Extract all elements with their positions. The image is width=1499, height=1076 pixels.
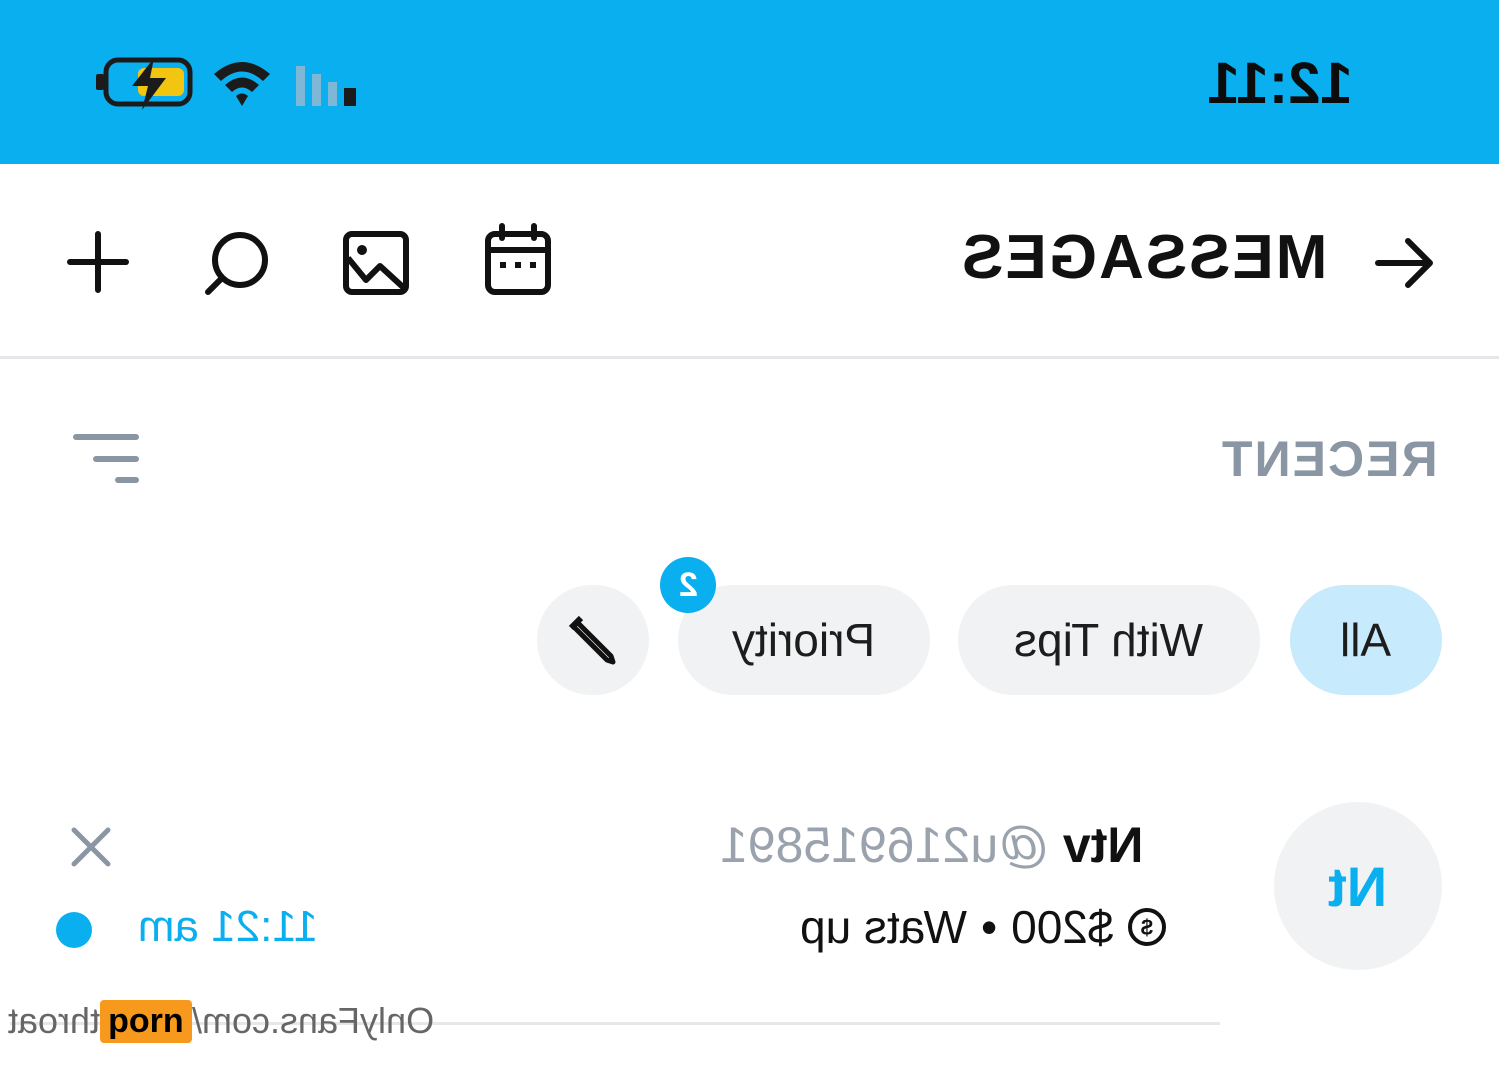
- signal-icon: [296, 66, 356, 106]
- pencil-icon: [568, 615, 616, 665]
- chip-all-label: All: [1340, 614, 1392, 666]
- chip-priority[interactable]: Priority: [678, 585, 930, 695]
- close-icon[interactable]: [70, 826, 112, 868]
- section-label: RECENT: [1220, 431, 1438, 487]
- image-icon[interactable]: [340, 228, 412, 298]
- contact-name: Ntv: [1062, 817, 1144, 873]
- contact-handle: @u216915891: [720, 817, 1049, 873]
- message-time: 11:21 am: [137, 902, 318, 951]
- watermark: throat porn OnlyFans.com/: [8, 996, 434, 1046]
- message-text: Wats up: [800, 901, 968, 953]
- avatar-initials: Nt: [1328, 854, 1388, 918]
- wifi-icon: [214, 62, 270, 106]
- chip-with-tips[interactable]: With Tips: [958, 585, 1260, 695]
- battery-charging-icon: [96, 57, 193, 110]
- header-divider: [0, 356, 1499, 359]
- conversation-name-line[interactable]: Ntv @u216915891: [720, 816, 1220, 874]
- status-time: 12:11: [1207, 51, 1353, 116]
- watermark-tag: porn: [100, 999, 192, 1043]
- sort-lines-icon[interactable]: [72, 432, 142, 486]
- avatar[interactable]: Nt: [1274, 802, 1442, 970]
- watermark-text: OnlyFans.com/: [191, 1000, 434, 1041]
- online-indicator: [56, 912, 92, 948]
- tip-amount: $200: [1011, 901, 1114, 953]
- edit-chips-button[interactable]: [537, 585, 649, 695]
- watermark-suffix: throat: [8, 1000, 101, 1041]
- plus-icon[interactable]: [66, 230, 130, 294]
- svg-text:$: $: [1141, 915, 1153, 940]
- priority-count-badge: 2: [660, 557, 716, 613]
- chip-all[interactable]: All: [1290, 585, 1442, 695]
- calendar-icon[interactable]: [482, 222, 554, 298]
- chip-with-tips-label: With Tips: [1014, 614, 1204, 666]
- search-icon[interactable]: [202, 228, 274, 298]
- page-title: MESSAGES: [960, 223, 1328, 292]
- separator-dot: •: [981, 901, 998, 953]
- dollar-coin-icon: $: [1128, 908, 1167, 946]
- back-arrow-icon[interactable]: [1372, 230, 1438, 296]
- status-icons: [96, 57, 356, 110]
- chip-priority-label: Priority: [732, 614, 876, 666]
- priority-count: 2: [678, 565, 698, 604]
- status-bar: 12:11: [0, 0, 1499, 164]
- message-preview[interactable]: $ $200 • Wats up: [800, 900, 1220, 954]
